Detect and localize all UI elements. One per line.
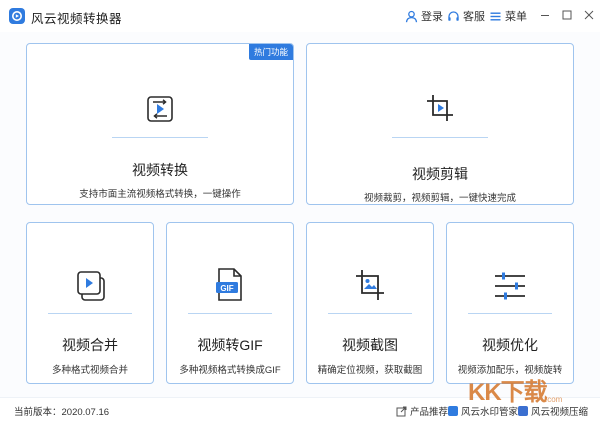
close-icon	[584, 10, 594, 20]
card-description: 多种格式视频合并	[51, 365, 128, 376]
gif-icon-text: GIF	[220, 284, 233, 293]
minimize-button[interactable]	[538, 8, 552, 22]
main-area: 热门功能 视频转换 支持市面主流视频格式转换，一键操作 视频剪辑 视频裁剪，视频…	[0, 32, 600, 397]
card-title: 视频合并	[62, 337, 118, 353]
card-description: 多种视频格式转换成GIF	[179, 365, 281, 376]
screenshot-icon	[353, 267, 387, 303]
close-button[interactable]	[582, 8, 596, 22]
site-watermark: KK下载	[468, 379, 548, 406]
card-video-optimize[interactable]: 视频优化 视频添加配乐，视频旋转	[446, 222, 574, 384]
compress-app-icon	[518, 406, 528, 416]
card-divider	[392, 137, 488, 138]
version-text: 当前版本：2020.07.16	[14, 407, 110, 418]
card-description: 视频裁剪，视频剪辑，一键快速完成	[363, 193, 516, 204]
customer-service-button[interactable]: 客服	[447, 8, 485, 24]
export-icon	[396, 406, 407, 416]
card-title: 视频截图	[342, 337, 398, 353]
card-divider	[468, 313, 552, 314]
card-video-screenshot[interactable]: 视频截图 精确定位视频，获取截图	[306, 222, 434, 384]
login-button[interactable]: 登录	[405, 8, 443, 24]
card-divider	[48, 313, 132, 314]
crop-icon	[424, 92, 456, 124]
merge-icon	[74, 269, 106, 303]
card-video-merge[interactable]: 视频合并 多种格式视频合并	[26, 222, 154, 384]
card-title: 视频优化	[482, 337, 538, 353]
app-title: 风云视频转换器	[31, 12, 123, 26]
menu-label: 菜单	[505, 11, 527, 23]
card-divider	[328, 313, 412, 314]
headset-icon	[448, 10, 459, 21]
card-description: 支持市面主流视频格式转换，一键操作	[79, 189, 241, 200]
card-description: 精确定位视频，获取截图	[317, 365, 423, 376]
maximize-icon	[562, 10, 572, 20]
card-title: 视频剪辑	[412, 166, 468, 182]
card-divider	[188, 313, 272, 314]
title-bar: 风云视频转换器 登录 客服 菜单	[0, 0, 600, 32]
card-title: 视频转GIF	[197, 337, 263, 353]
app-logo-icon	[9, 8, 25, 24]
sliders-icon	[493, 271, 527, 301]
service-label: 客服	[463, 11, 485, 23]
maximize-button[interactable]	[560, 8, 574, 22]
site-watermark-domain: .com	[545, 395, 563, 404]
user-icon	[405, 10, 418, 22]
hot-feature-badge: 热门功能	[248, 44, 293, 60]
gif-file-icon: GIF	[213, 267, 247, 303]
watermark-app-icon	[448, 406, 458, 416]
login-label: 登录	[421, 11, 443, 23]
minimize-icon	[541, 15, 549, 16]
convert-icon	[145, 94, 175, 124]
card-video-edit[interactable]: 视频剪辑 视频裁剪，视频剪辑，一键快速完成	[306, 43, 574, 205]
menu-button[interactable]: 菜单	[489, 8, 527, 24]
menu-icon	[490, 12, 501, 20]
card-title: 视频转换	[132, 162, 188, 178]
card-video-to-gif[interactable]: GIF 视频转GIF 多种视频格式转换成GIF	[166, 222, 294, 384]
card-video-convert[interactable]: 热门功能 视频转换 支持市面主流视频格式转换，一键操作	[26, 43, 294, 205]
card-divider	[112, 137, 208, 138]
